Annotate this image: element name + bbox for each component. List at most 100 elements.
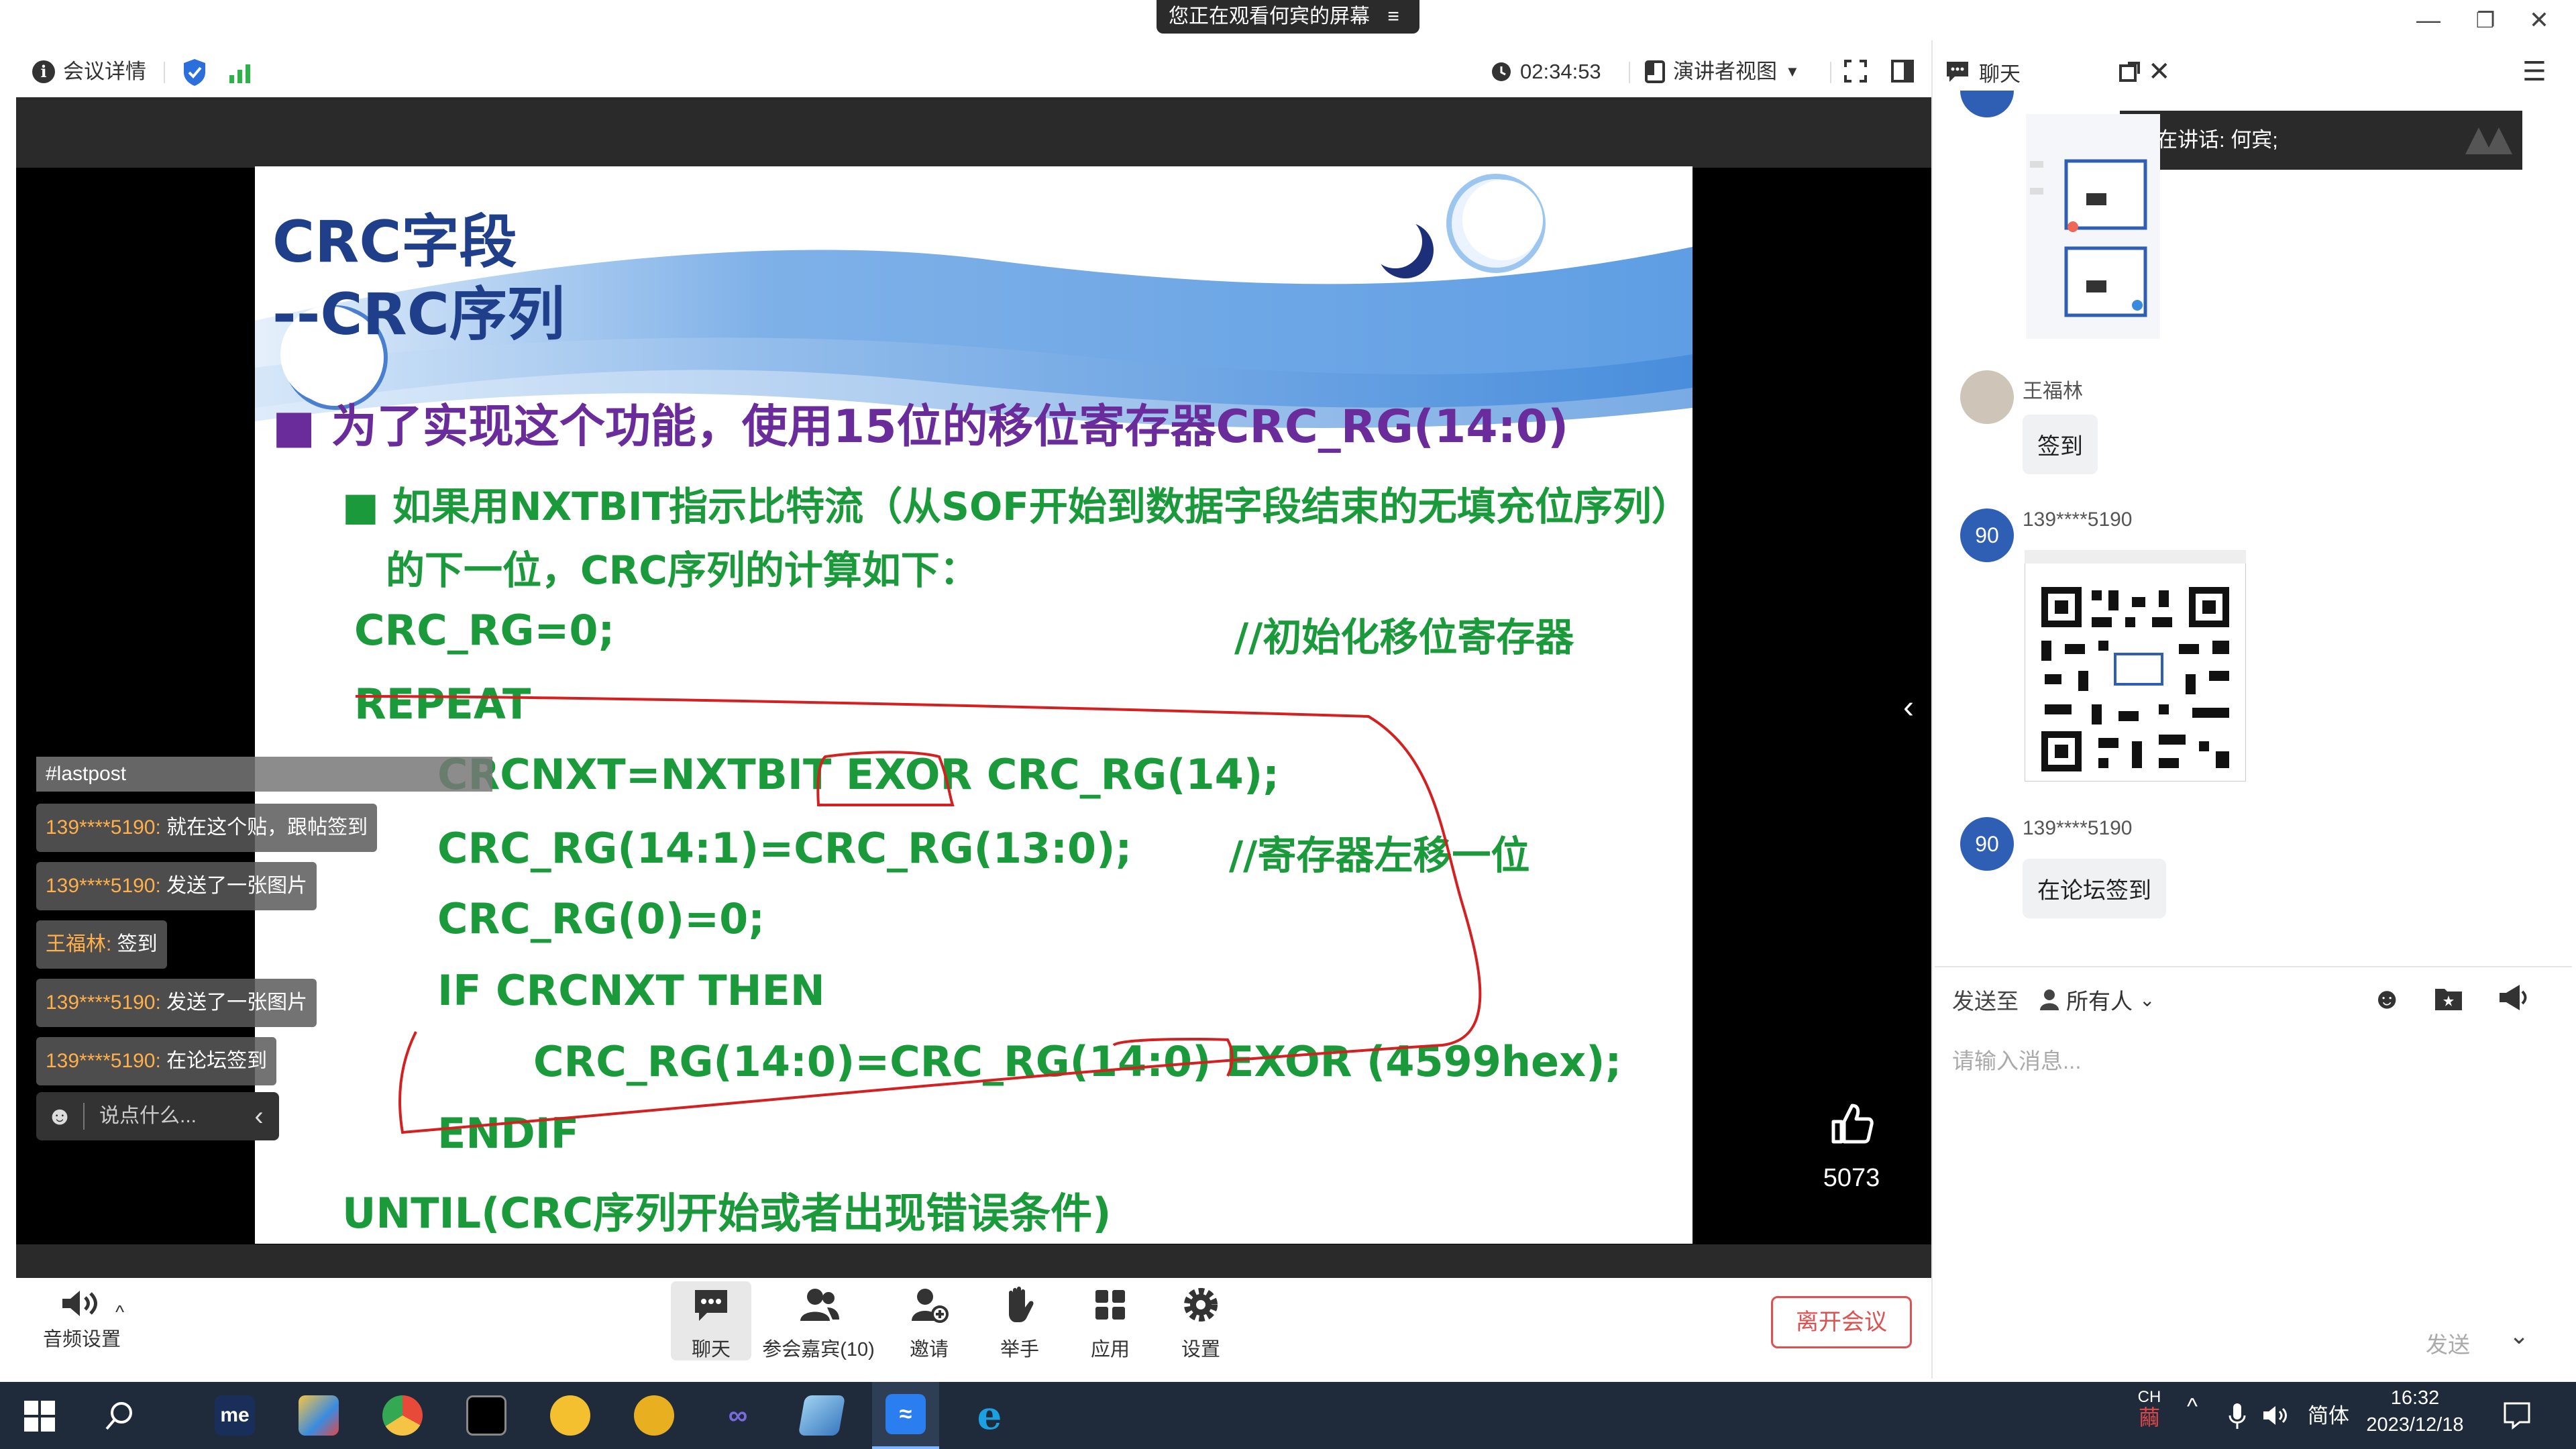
system-clock[interactable]: 16:32 2023/12/18 bbox=[2365, 1385, 2465, 1438]
windows-start-icon[interactable] bbox=[24, 1401, 55, 1432]
like-count: 5073 bbox=[1823, 1164, 1880, 1192]
signal-icon[interactable] bbox=[228, 62, 252, 83]
emoji-icon[interactable]: ☻ bbox=[36, 1092, 83, 1140]
danmaku-text: 发送了一张图片 bbox=[160, 875, 308, 897]
danmaku-item: 139****5190: 就在这个贴，跟帖签到 bbox=[36, 804, 378, 852]
leave-meeting-button[interactable]: 离开会议 bbox=[1771, 1296, 1912, 1348]
banner-text: 您正在观看何宾的屏幕 bbox=[1169, 5, 1370, 28]
danmaku-header-text: #lastpost bbox=[46, 763, 127, 785]
microphone-icon[interactable] bbox=[2227, 1402, 2247, 1429]
search-icon[interactable] bbox=[104, 1401, 135, 1432]
invite-button[interactable]: 邀请 bbox=[889, 1281, 969, 1360]
danmaku-text: 就在这个贴，跟帖签到 bbox=[160, 816, 368, 839]
taskbar-app-terminal[interactable] bbox=[453, 1382, 520, 1449]
message-bubble: 签到 bbox=[2023, 415, 2098, 474]
clock-date: 2023/12/18 bbox=[2366, 1414, 2464, 1436]
volume-icon[interactable] bbox=[2262, 1403, 2289, 1428]
audio-settings-button[interactable]: 音频设置 bbox=[35, 1287, 129, 1352]
chevron-down-icon: ▼ bbox=[1785, 63, 1800, 80]
meeting-app-icon: ≈ bbox=[885, 1394, 926, 1434]
taskbar-app-glasses[interactable]: ∞ bbox=[704, 1382, 771, 1449]
settings-button-label: 设置 bbox=[1181, 1339, 1220, 1360]
tray-expand-icon[interactable]: ^ bbox=[2187, 1394, 2198, 1420]
shared-image-thumbnail[interactable] bbox=[2026, 114, 2160, 339]
slide-bullet-2-cont: 的下一位，CRC序列的计算如下： bbox=[386, 547, 979, 593]
clock-icon bbox=[1492, 62, 1511, 81]
apps-button[interactable]: 应用 bbox=[1070, 1281, 1150, 1360]
participants-button[interactable]: 参会嘉宾(10) bbox=[761, 1281, 875, 1360]
ime-mode[interactable]: 简体 bbox=[2308, 1399, 2349, 1429]
send-button[interactable]: 发送 bbox=[2426, 1327, 2470, 1359]
danmaku-item: 139****5190: 发送了一张图片 bbox=[36, 862, 317, 910]
chat-title: 聊天 bbox=[1979, 62, 2021, 86]
code-line-8: ENDIF bbox=[437, 1109, 580, 1158]
chat-panel-header: 聊天 bbox=[1945, 55, 2021, 89]
message-input[interactable]: 请输入消息... bbox=[1952, 1043, 2082, 1075]
side-panel-icon[interactable] bbox=[1890, 59, 1915, 83]
invite-icon bbox=[912, 1289, 949, 1323]
restore-button[interactable]: ❐ bbox=[2459, 0, 2512, 40]
divider bbox=[164, 62, 165, 83]
presenter-view-dropdown[interactable]: 演讲者视图 ▼ bbox=[1645, 55, 1800, 89]
more-menu-icon[interactable]: ☰ bbox=[2522, 55, 2546, 89]
slide-bullet-1: ■ 为了实现这个功能，使用15位的移位寄存器CRC_RG(14:0) bbox=[272, 400, 1569, 453]
avatar: 90 bbox=[1960, 817, 2014, 871]
taskbar-app-blue[interactable] bbox=[788, 1382, 855, 1449]
taskbar-app-chrome[interactable] bbox=[369, 1382, 436, 1449]
shield-icon[interactable] bbox=[181, 58, 208, 87]
taskbar-app-ie[interactable]: e bbox=[956, 1382, 1023, 1449]
avatar-text: 90 bbox=[1975, 832, 1999, 856]
slide-title-line1: CRC字段 bbox=[272, 209, 517, 276]
fullscreen-icon[interactable] bbox=[1843, 59, 1868, 83]
avatar: 90 bbox=[1960, 508, 2014, 562]
close-window-button[interactable]: ✕ bbox=[2512, 0, 2566, 40]
raise-hand-button[interactable]: 举手 bbox=[979, 1281, 1060, 1360]
message-bubble: 在论坛签到 bbox=[2023, 859, 2166, 918]
taskbar-app-e[interactable] bbox=[621, 1382, 688, 1449]
message-sender: 139****5190 bbox=[2023, 508, 2133, 531]
megaphone-icon[interactable] bbox=[2497, 983, 2529, 1012]
taskbar-app-yellow[interactable] bbox=[537, 1382, 604, 1449]
popout-icon[interactable] bbox=[2118, 60, 2141, 83]
taskbar-app-meeting[interactable]: ≈ bbox=[872, 1382, 939, 1449]
qr-code-image[interactable] bbox=[2025, 550, 2246, 782]
settings-button[interactable]: 设置 bbox=[1161, 1281, 1241, 1360]
apps-button-label: 应用 bbox=[1090, 1339, 1130, 1360]
taskbar-app-paint[interactable] bbox=[285, 1382, 352, 1449]
presentation-slide: CRC字段 --CRC序列 ■ 为了实现这个功能，使用15位的移位寄存器CRC_… bbox=[255, 166, 1693, 1244]
screen-share-banner[interactable]: 您正在观看何宾的屏幕 ≡ bbox=[1157, 0, 1419, 34]
meeting-details-label: 会议详情 bbox=[63, 60, 146, 83]
emoji-icon[interactable]: ☻ bbox=[2371, 982, 2402, 1016]
terminal-icon bbox=[466, 1395, 506, 1436]
glasses-icon: ∞ bbox=[728, 1401, 748, 1430]
recipient-label: 所有人 bbox=[2066, 989, 2133, 1014]
avatar-text: 90 bbox=[1975, 523, 1999, 547]
danmaku-item: 139****5190: 发送了一张图片 bbox=[36, 979, 317, 1027]
recipient-dropdown[interactable]: 所有人 ⌄ bbox=[2039, 983, 2155, 1016]
danmaku-collapse-icon[interactable]: ‹ bbox=[239, 1092, 279, 1140]
chevron-down-icon: ⌄ bbox=[2139, 989, 2155, 1010]
thumbs-up-icon[interactable] bbox=[1828, 1100, 1875, 1147]
info-icon: i bbox=[32, 60, 55, 83]
ime-glyph: 繭 bbox=[2138, 1405, 2160, 1430]
close-chat-icon[interactable]: ✕ bbox=[2148, 55, 2171, 89]
chevron-up-icon[interactable]: ^ bbox=[115, 1301, 124, 1323]
chat-button[interactable]: 聊天 bbox=[671, 1281, 751, 1360]
minimize-button[interactable]: — bbox=[2402, 0, 2455, 40]
clock-time: 16:32 bbox=[2390, 1387, 2440, 1409]
like-counter[interactable]: 5073 bbox=[1811, 1100, 1892, 1208]
invite-button-label: 邀请 bbox=[909, 1339, 949, 1360]
notification-icon[interactable] bbox=[2502, 1401, 2532, 1430]
language-indicator[interactable]: CH 繭 bbox=[2132, 1387, 2167, 1428]
send-to-label: 发送至 bbox=[1952, 989, 2019, 1014]
collapse-panel-icon[interactable]: ‹ bbox=[1888, 678, 1929, 738]
menu-icon[interactable]: ≡ bbox=[1387, 5, 1399, 28]
danmaku-user: 139****5190: bbox=[46, 816, 161, 839]
slide-title-line2: --CRC序列 bbox=[272, 281, 565, 348]
e-app-icon bbox=[634, 1395, 674, 1436]
taskbar-app-me[interactable]: me bbox=[201, 1382, 268, 1449]
code-line-6: IF CRCNXT THEN bbox=[437, 966, 825, 1015]
send-options-chevron-icon[interactable]: ⌄ bbox=[2509, 1322, 2529, 1350]
meeting-details-button[interactable]: i 会议详情 bbox=[32, 55, 146, 89]
folder-icon[interactable] bbox=[2434, 985, 2463, 1012]
